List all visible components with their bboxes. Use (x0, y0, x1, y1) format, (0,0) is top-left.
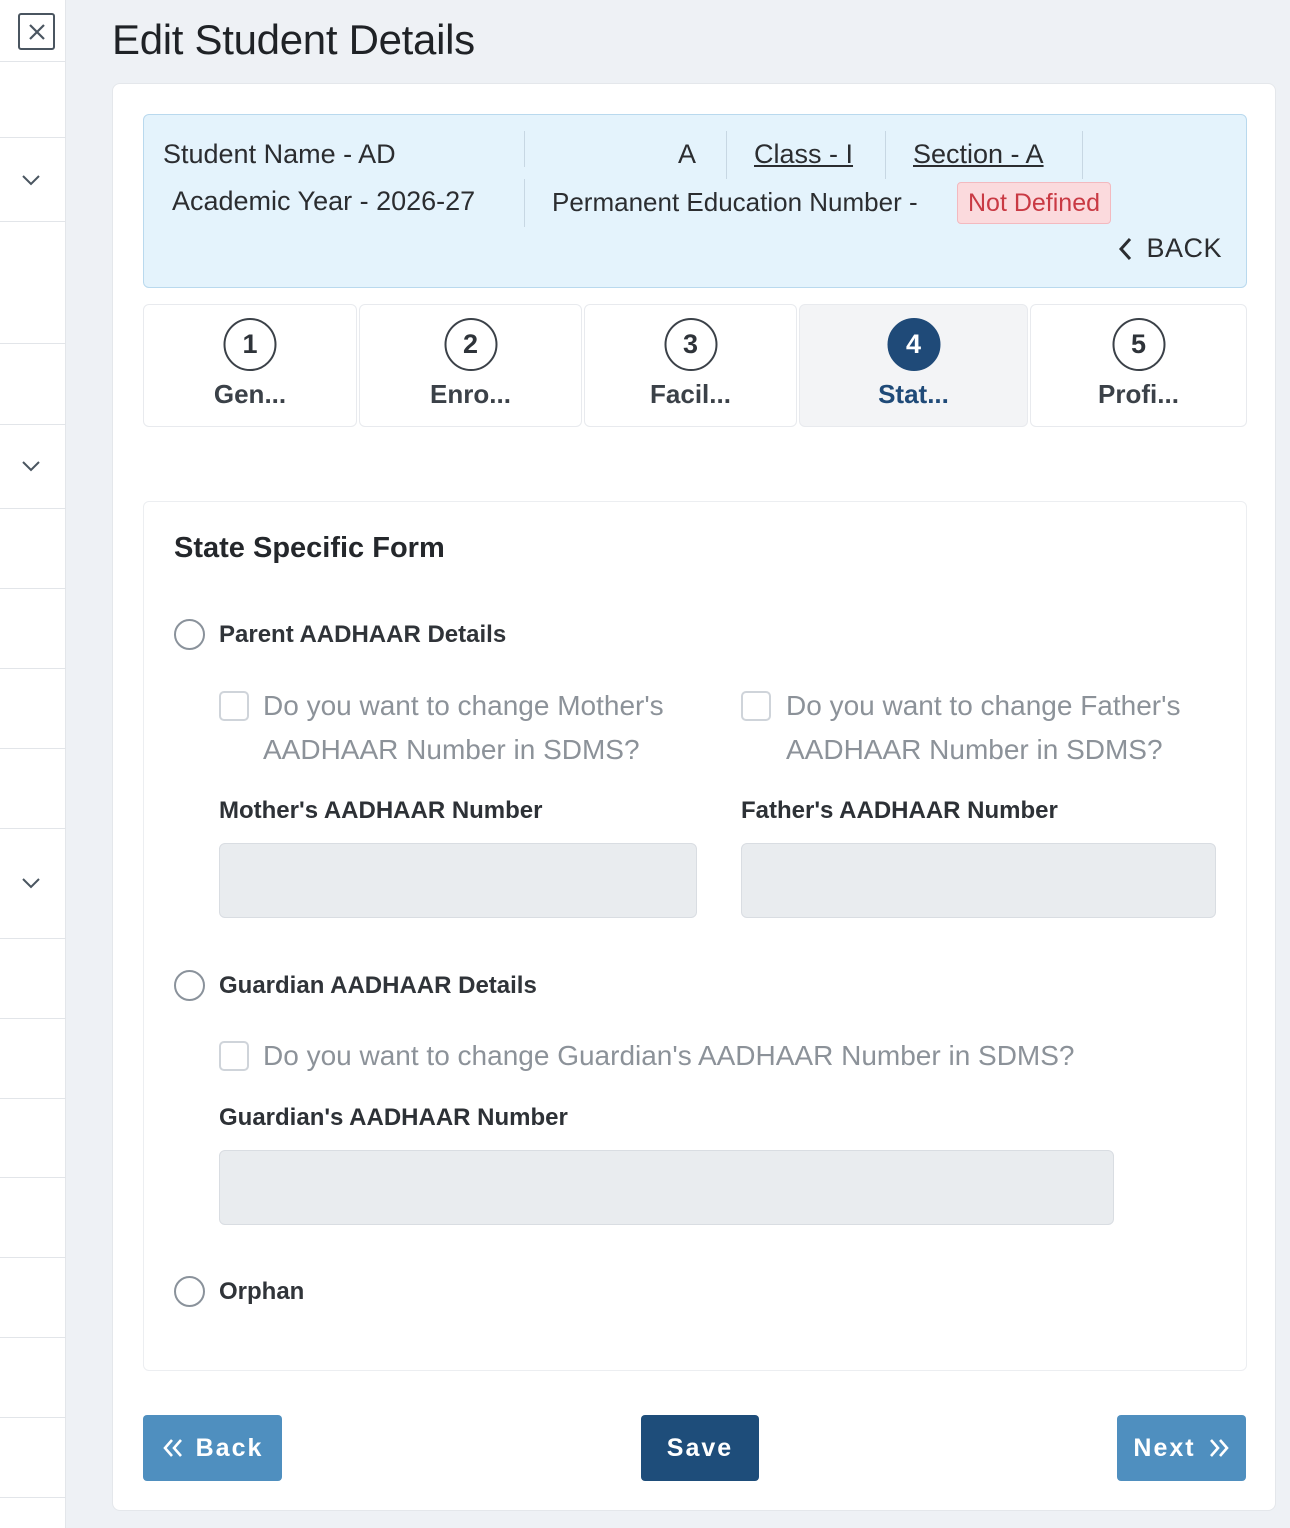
orphan-label: Orphan (219, 1278, 305, 1305)
step-label: Profi... (1098, 379, 1179, 409)
guardian-aadhaar-input[interactable] (219, 1150, 1114, 1225)
step-label: Gen... (213, 379, 287, 409)
sidebar-divider (0, 1337, 66, 1338)
mother-change-question: Do you want to change Mother's AADHAAR N… (263, 690, 664, 765)
step-label: Stat... (878, 379, 949, 409)
step-number: 4 (887, 318, 940, 371)
sidebar-divider (0, 938, 66, 939)
section-link[interactable]: Section - A (913, 139, 1044, 170)
guardian-change-checkbox[interactable] (219, 1041, 249, 1071)
save-button[interactable]: Save (641, 1415, 759, 1481)
father-change-question: Do you want to change Father's AADHAAR N… (786, 690, 1181, 765)
father-aadhaar-label: Father's AADHAAR Number (741, 797, 1058, 824)
step-4-state-specific[interactable]: 4 Stat... (799, 304, 1028, 427)
pen-status-badge: Not Defined (957, 182, 1112, 224)
next-button[interactable]: Next (1117, 1415, 1246, 1481)
parent-aadhaar-label: Parent AADHAAR Details (219, 621, 507, 648)
sidebar-divider (0, 137, 66, 138)
student-info-banner: Student Name - AD A Class - I Section - … (143, 114, 1247, 288)
orphan-radio[interactable] (174, 1276, 205, 1307)
state-specific-form: State Specific Form Parent AADHAAR Detai… (143, 501, 1247, 1371)
mother-aadhaar-label: Mother's AADHAAR Number (219, 797, 543, 824)
close-button[interactable] (18, 13, 55, 50)
chevron-down-icon[interactable] (20, 876, 42, 890)
step-label: Facil... (650, 379, 731, 409)
sidebar-divider (0, 221, 66, 222)
father-aadhaar-input[interactable] (741, 843, 1216, 918)
step-3-facilities[interactable]: 3 Facil... (584, 304, 797, 427)
sidebar-divider (0, 1417, 66, 1418)
banner-separator (524, 179, 525, 227)
step-number: 1 (223, 318, 277, 371)
guardian-aadhaar-number-label: Guardian's AADHAAR Number (219, 1104, 568, 1131)
sidebar (0, 0, 66, 1528)
mother-aadhaar-input[interactable] (219, 843, 697, 918)
guardian-change-question: Do you want to change Guardian's AADHAAR… (263, 1040, 1075, 1071)
save-button-label: Save (666, 1433, 734, 1462)
sidebar-divider (0, 343, 66, 344)
class-link[interactable]: Class - I (754, 139, 853, 170)
page-title: Edit Student Details (112, 16, 475, 63)
mother-change-checkbox[interactable] (219, 691, 249, 721)
edit-student-card: Student Name - AD A Class - I Section - … (112, 83, 1276, 1511)
back-button-label: Back (195, 1433, 264, 1462)
sidebar-divider (0, 1177, 66, 1178)
sidebar-divider (0, 1018, 66, 1019)
step-number: 5 (1112, 318, 1165, 371)
banner-separator (1082, 131, 1083, 179)
sidebar-divider (0, 1098, 66, 1099)
academic-year: Academic Year - 2026-27 (172, 186, 476, 216)
guardian-aadhaar-label: Guardian AADHAAR Details (219, 972, 537, 999)
step-5-profile[interactable]: 5 Profi... (1030, 304, 1247, 427)
student-name: Student Name - AD (163, 139, 396, 169)
sidebar-divider (0, 1257, 66, 1258)
pen-label: Permanent Education Number - (552, 187, 918, 217)
form-heading: State Specific Form (174, 532, 445, 564)
step-2-enrolment[interactable]: 2 Enro... (359, 304, 582, 427)
banner-back-link[interactable]: BACK (1118, 233, 1222, 264)
next-button-label: Next (1133, 1433, 1196, 1462)
double-chevron-right-icon (1209, 1439, 1229, 1457)
guardian-aadhaar-radio[interactable] (174, 970, 205, 1001)
sidebar-divider (0, 588, 66, 589)
student-name-extra: A (678, 139, 697, 169)
father-change-checkbox[interactable] (741, 691, 771, 721)
step-1-general[interactable]: 1 Gen... (143, 304, 357, 427)
banner-separator (726, 131, 727, 179)
sidebar-divider (0, 424, 66, 425)
chevron-left-icon (1119, 237, 1132, 260)
sidebar-divider (0, 61, 66, 62)
close-icon (28, 23, 45, 40)
banner-separator (885, 131, 886, 179)
step-label: Enro... (430, 379, 511, 409)
step-number: 3 (664, 318, 717, 371)
sidebar-divider (0, 828, 66, 829)
sidebar-divider (0, 748, 66, 749)
sidebar-divider (0, 668, 66, 669)
banner-back-label: BACK (1146, 233, 1222, 263)
banner-separator (524, 131, 525, 167)
step-number: 2 (444, 318, 497, 371)
double-chevron-left-icon (162, 1439, 182, 1457)
sidebar-divider (0, 1497, 66, 1498)
chevron-down-icon[interactable] (20, 459, 42, 473)
parent-aadhaar-radio[interactable] (174, 619, 205, 650)
sidebar-divider (0, 508, 66, 509)
back-button[interactable]: Back (143, 1415, 282, 1481)
chevron-down-icon[interactable] (20, 173, 42, 187)
